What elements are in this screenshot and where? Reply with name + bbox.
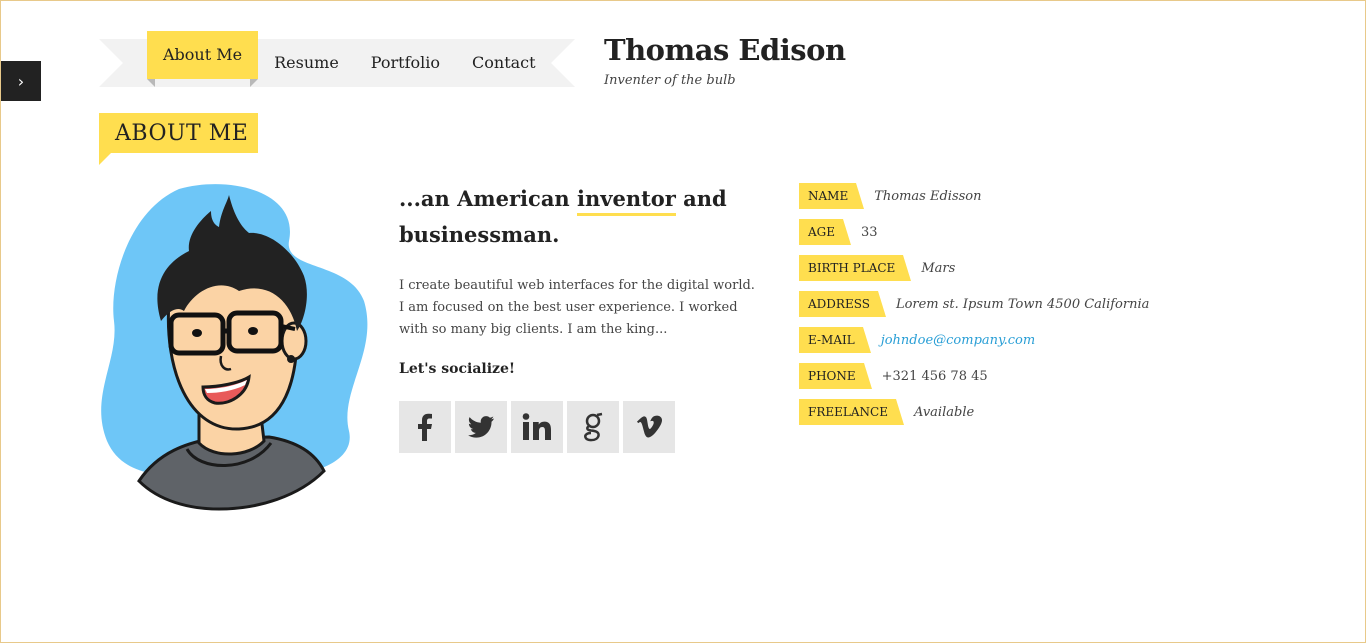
nav-item-label: About Me [163, 45, 243, 64]
info-value: Available [913, 404, 975, 420]
nav-item-resume[interactable]: Resume [258, 39, 355, 87]
info-row-phone: PHONE +321 456 78 45 [799, 363, 1149, 389]
ribbon-fold-left [147, 79, 155, 87]
nav-item-label: Portfolio [370, 53, 441, 72]
info-label: BIRTH PLACE [799, 255, 912, 281]
info-label: PHONE [799, 363, 872, 389]
nav-item-contact[interactable]: Contact [456, 39, 552, 87]
ribbon-fold-right [250, 79, 259, 87]
nav-items: About Me Resume Portfolio Contact [147, 31, 552, 87]
info-value: Thomas Edisson [874, 188, 982, 204]
avatar [99, 181, 371, 511]
site-name: Thomas Edison [604, 33, 846, 67]
section-title-tag: ABOUT ME [99, 113, 259, 165]
about-headline: ...an American inventor and businessman. [399, 181, 759, 253]
google-button[interactable] [567, 401, 619, 453]
info-row-email: E-MAIL johndoe@company.com [799, 327, 1149, 353]
twitter-icon [468, 416, 494, 438]
info-value: 33 [861, 224, 878, 240]
info-value: Mars [921, 260, 956, 276]
info-row-address: ADDRESS Lorem st. Ipsum Town 4500 Califo… [799, 291, 1149, 317]
vimeo-icon [637, 415, 663, 438]
main-nav: About Me Resume Portfolio Contact [99, 31, 575, 87]
info-row-name: NAME Thomas Edisson [799, 183, 1149, 209]
chevron-right-icon: › [17, 71, 25, 91]
info-row-birth-place: BIRTH PLACE Mars [799, 255, 1149, 281]
facebook-icon [418, 413, 432, 441]
email-link[interactable]: johndoe@company.com [881, 333, 1036, 348]
headline-text: ...an American [399, 186, 578, 211]
linkedin-button[interactable] [511, 401, 563, 453]
sidebar-toggle-button[interactable]: › [1, 61, 41, 101]
info-label: FREELANCE [799, 399, 904, 425]
section-tag-fold [99, 153, 111, 165]
nav-item-label: Resume [274, 53, 339, 72]
about-bio: I create beautiful web interfaces for th… [399, 278, 755, 337]
facebook-button[interactable] [399, 401, 451, 453]
info-row-age: AGE 33 [799, 219, 1149, 245]
avatar-illustration [101, 184, 368, 511]
twitter-button[interactable] [455, 401, 507, 453]
google-icon [584, 412, 603, 442]
social-title: Let's socialize! [399, 361, 516, 377]
section-title: ABOUT ME [115, 120, 249, 146]
linkedin-icon [522, 413, 551, 440]
headline-highlight: inventor [577, 186, 676, 216]
info-value: Lorem st. Ipsum Town 4500 California [895, 296, 1150, 312]
info-value: +321 456 78 45 [881, 368, 988, 384]
info-label: E-MAIL [799, 327, 871, 353]
info-row-freelance: FREELANCE Available [799, 399, 1149, 425]
site-tagline: Inventer of the bulb [604, 73, 736, 88]
info-label: AGE [799, 219, 852, 245]
info-label: ADDRESS [799, 291, 886, 317]
nav-item-label: Contact [472, 53, 536, 72]
nav-item-about-me[interactable]: About Me [147, 31, 259, 87]
social-links [399, 401, 675, 453]
personal-info-list: NAME Thomas Edisson AGE 33 BIRTH PLACE M… [799, 183, 1149, 435]
nav-item-portfolio[interactable]: Portfolio [355, 39, 456, 87]
vimeo-button[interactable] [623, 401, 675, 453]
info-label: NAME [799, 183, 865, 209]
